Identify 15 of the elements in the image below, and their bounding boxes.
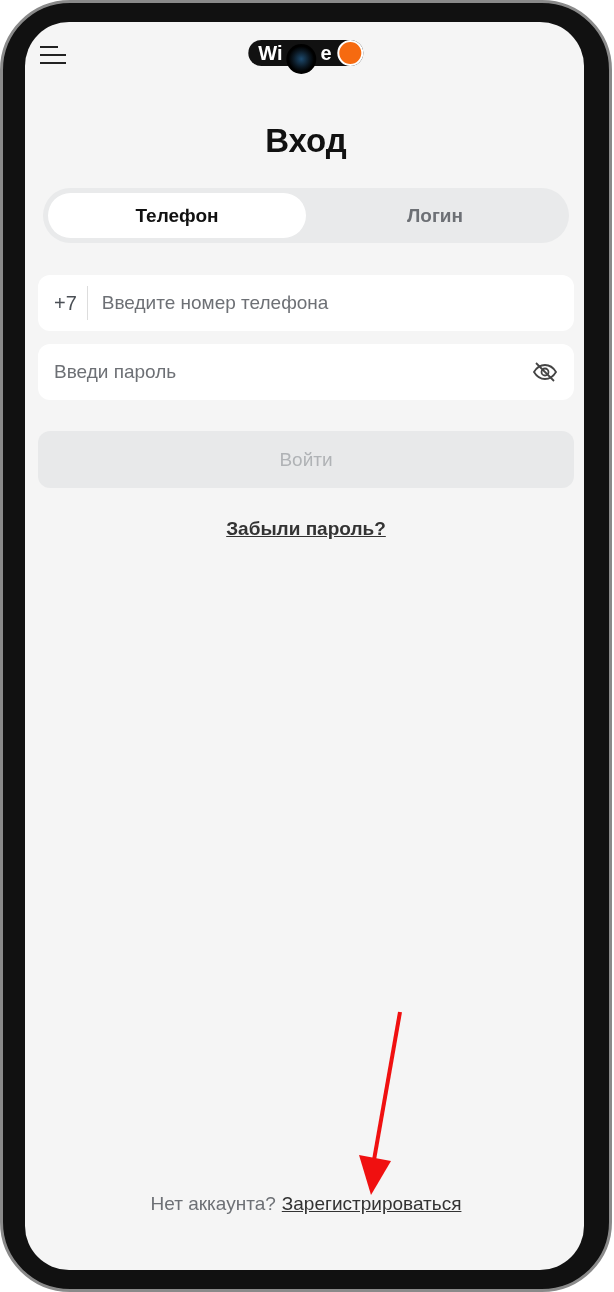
eye-slash-icon[interactable] bbox=[532, 361, 558, 383]
country-code: +7 bbox=[54, 286, 88, 320]
tab[interactable]: Телефон bbox=[48, 193, 306, 238]
password-field[interactable]: Введи пароль bbox=[38, 344, 574, 400]
footer-text: Нет аккаунта? bbox=[150, 1193, 276, 1215]
logo-dot-icon bbox=[337, 40, 364, 66]
page-title: Вход bbox=[264, 122, 348, 160]
phone-input[interactable]: Введите номер телефона bbox=[87, 291, 558, 315]
register-link[interactable]: Зарегистрироваться bbox=[281, 1193, 462, 1215]
password-input[interactable]: Введи пароль bbox=[54, 360, 532, 384]
tab[interactable]: Логин bbox=[306, 193, 564, 238]
phone-field[interactable]: +7 Введите номер телефона bbox=[38, 275, 574, 331]
forgot-password-link[interactable]: Забыли пароль? bbox=[226, 518, 386, 539]
menu-icon[interactable] bbox=[38, 44, 66, 66]
camera-icon bbox=[286, 44, 317, 74]
